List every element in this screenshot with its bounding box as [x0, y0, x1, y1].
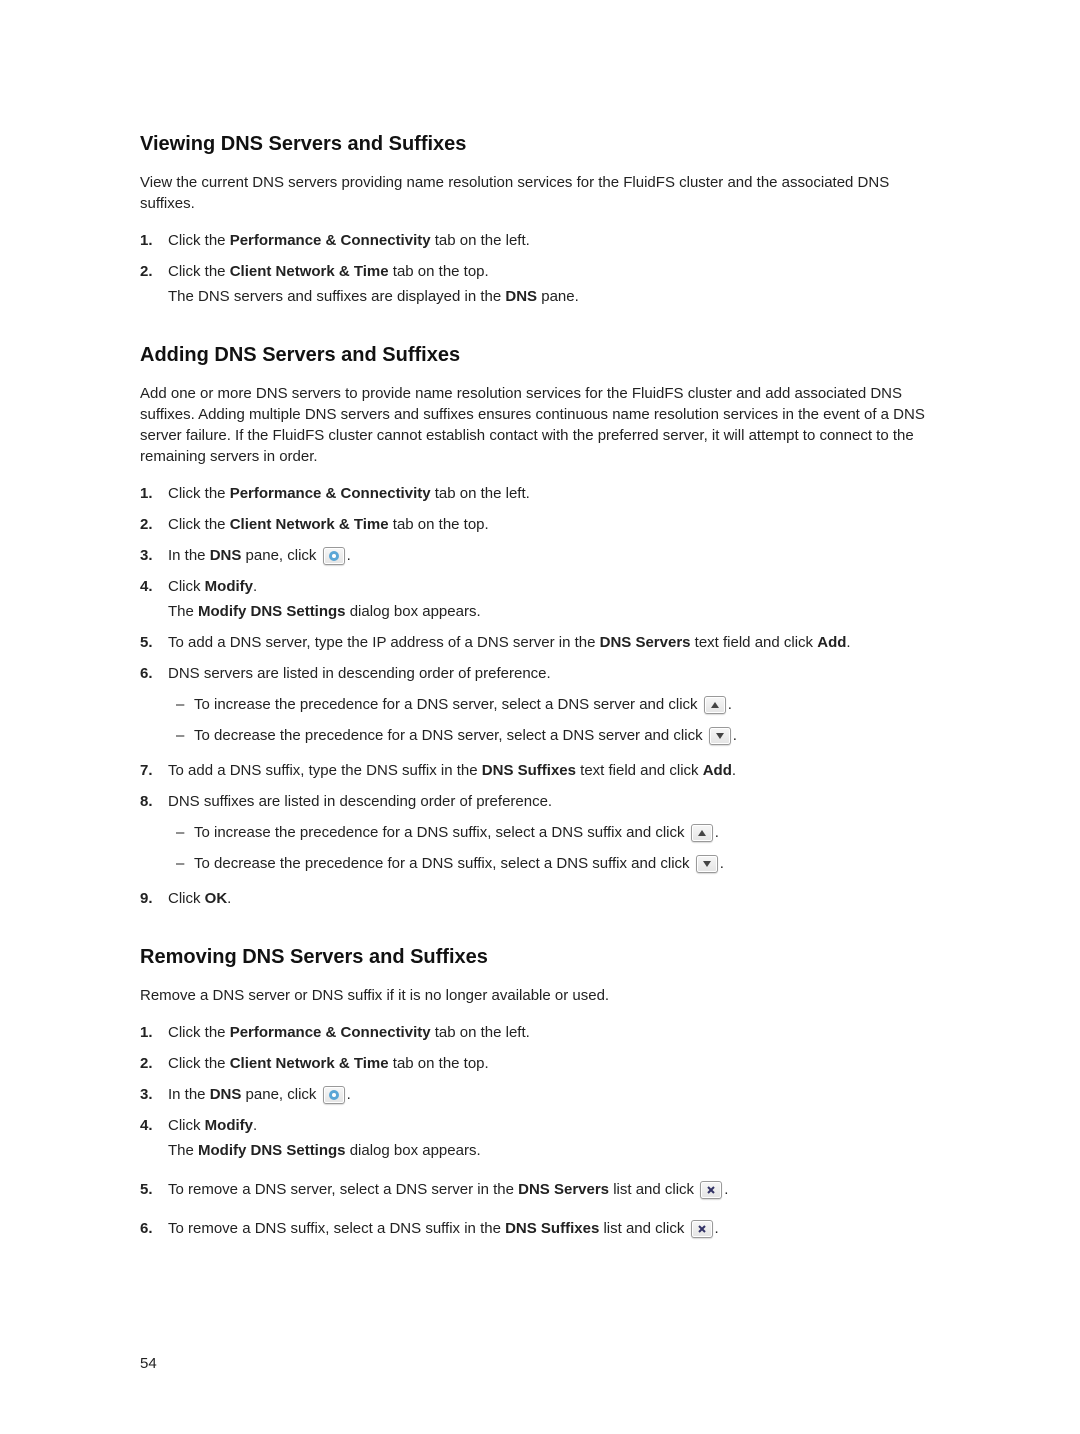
delete-x-icon[interactable] [691, 1220, 713, 1238]
steps-removing: 1. Click the Performance & Connectivity … [140, 1022, 940, 1243]
step-number: 1. [140, 1022, 168, 1043]
step-number: 9. [140, 888, 168, 909]
step-body: DNS servers are listed in descending ord… [168, 663, 940, 754]
intro-removing: Remove a DNS server or DNS suffix if it … [140, 985, 940, 1006]
heading-adding: Adding DNS Servers and Suffixes [140, 341, 940, 369]
step-number: 2. [140, 1053, 168, 1074]
step-body: To remove a DNS server, select a DNS ser… [168, 1179, 940, 1204]
dash-icon: – [176, 853, 194, 874]
gear-icon[interactable] [323, 547, 345, 565]
step-number: 4. [140, 576, 168, 597]
step-body: In the DNS pane, click . [168, 545, 940, 570]
step-body: Click the Performance & Connectivity tab… [168, 230, 940, 255]
step-body: Click Modify. The Modify DNS Settings di… [168, 1115, 940, 1165]
step-body: To remove a DNS suffix, select a DNS suf… [168, 1218, 940, 1243]
dash-icon: – [176, 725, 194, 746]
arrow-up-icon[interactable] [691, 824, 713, 842]
step-number: 6. [140, 1218, 168, 1239]
intro-viewing: View the current DNS servers providing n… [140, 172, 940, 214]
step-body: Click the Performance & Connectivity tab… [168, 1022, 940, 1047]
page-number: 54 [140, 1353, 157, 1374]
step-body: DNS suffixes are listed in descending or… [168, 791, 940, 882]
step-number: 3. [140, 545, 168, 566]
step-number: 2. [140, 261, 168, 282]
substep: – To increase the precedence for a DNS s… [176, 822, 940, 843]
substep: – To decrease the precedence for a DNS s… [176, 725, 940, 746]
step-number: 1. [140, 483, 168, 504]
step-number: 6. [140, 663, 168, 684]
step-body: In the DNS pane, click . [168, 1084, 940, 1109]
step-number: 1. [140, 230, 168, 251]
arrow-down-icon[interactable] [696, 855, 718, 873]
dash-icon: – [176, 694, 194, 715]
step-body: To add a DNS suffix, type the DNS suffix… [168, 760, 940, 785]
arrow-up-icon[interactable] [704, 696, 726, 714]
step-body: Click Modify. The Modify DNS Settings di… [168, 576, 940, 626]
step-number: 8. [140, 791, 168, 812]
step-body: Click the Client Network & Time tab on t… [168, 1053, 940, 1078]
step-number: 5. [140, 1179, 168, 1200]
step-number: 4. [140, 1115, 168, 1136]
step-body: Click the Client Network & Time tab on t… [168, 514, 940, 539]
substep: – To increase the precedence for a DNS s… [176, 694, 940, 715]
step-body: Click OK. [168, 888, 940, 913]
substep: – To decrease the precedence for a DNS s… [176, 853, 940, 874]
arrow-down-icon[interactable] [709, 727, 731, 745]
step-body: Click the Performance & Connectivity tab… [168, 483, 940, 508]
step-number: 7. [140, 760, 168, 781]
step-number: 5. [140, 632, 168, 653]
delete-x-icon[interactable] [700, 1181, 722, 1199]
heading-viewing: Viewing DNS Servers and Suffixes [140, 130, 940, 158]
intro-adding: Add one or more DNS servers to provide n… [140, 383, 940, 467]
gear-icon[interactable] [323, 1086, 345, 1104]
steps-adding: 1. Click the Performance & Connectivity … [140, 483, 940, 913]
steps-viewing: 1. Click the Performance & Connectivity … [140, 230, 940, 311]
step-number: 3. [140, 1084, 168, 1105]
heading-removing: Removing DNS Servers and Suffixes [140, 943, 940, 971]
step-body: Click the Client Network & Time tab on t… [168, 261, 940, 311]
step-body: To add a DNS server, type the IP address… [168, 632, 940, 657]
dash-icon: – [176, 822, 194, 843]
step-number: 2. [140, 514, 168, 535]
